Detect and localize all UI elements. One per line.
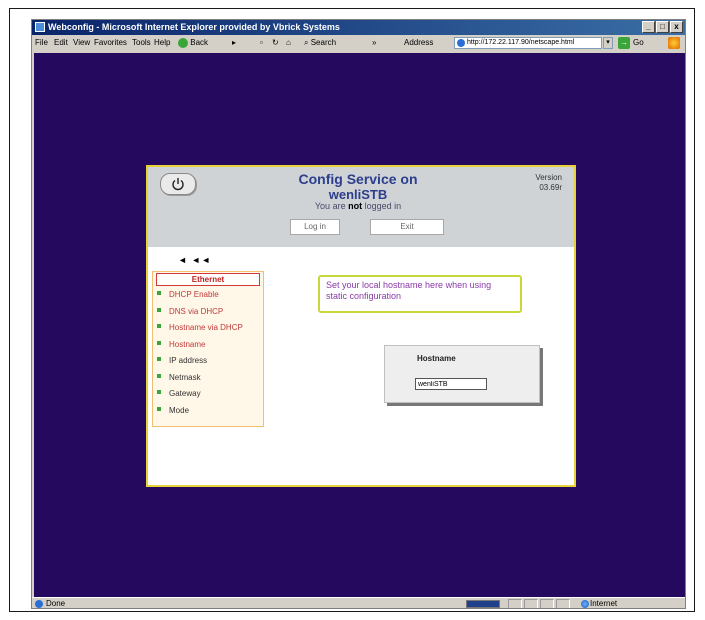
nav-item-label: Netmask	[169, 372, 201, 382]
power-button[interactable]	[160, 173, 196, 195]
nav-item-gateway[interactable]: Gateway	[153, 387, 263, 404]
bullet-icon	[157, 291, 161, 295]
hostname-card: Hostname	[384, 345, 540, 403]
ethernet-section-title[interactable]: Ethernet	[156, 273, 260, 286]
status-cell	[540, 599, 554, 608]
ie-app-icon	[35, 22, 45, 32]
search-icon: ⌕	[304, 38, 309, 47]
windows-logo-icon	[668, 37, 680, 49]
menu-view[interactable]: View	[73, 35, 90, 51]
status-cell	[556, 599, 570, 608]
nav-item-label: DNS via DHCP	[169, 306, 224, 316]
bullet-icon	[157, 340, 161, 345]
status-cell	[524, 599, 538, 608]
progress-bar	[466, 600, 500, 608]
menu-tools[interactable]: Tools	[132, 35, 151, 51]
back-label: Back	[190, 38, 209, 47]
page-icon	[457, 39, 465, 47]
bullet-icon	[157, 390, 161, 394]
nav-item-label: Hostname	[169, 339, 206, 349]
toolbar-overflow-icon[interactable]: »	[372, 35, 376, 51]
nav-item-hostname[interactable]: Hostname	[153, 338, 263, 355]
login-status-bold: not	[348, 201, 363, 211]
status-bar: Done Internet	[32, 597, 685, 608]
version-label: Version	[535, 173, 562, 182]
config-header: Config Service on wenliSTB You are not l…	[148, 167, 574, 247]
address-label: Address	[404, 38, 434, 47]
status-cell	[508, 599, 522, 608]
search-label: Search	[310, 38, 337, 47]
status-cells	[508, 599, 570, 608]
nav-item-dhcp-enable[interactable]: DHCP Enable	[153, 288, 263, 305]
nav-item-ip-address[interactable]: IP address	[153, 354, 263, 371]
maximize-button[interactable]: □	[656, 21, 669, 33]
page-viewport: Config Service on wenliSTB You are not l…	[34, 53, 685, 597]
config-hostname: wenliSTB	[328, 187, 388, 202]
window-controls: _ □ x	[642, 21, 683, 33]
address-value: http://172.22.117.90/netscape.html	[467, 39, 575, 46]
go-button[interactable]: Go	[633, 35, 644, 51]
security-zone: Internet	[590, 599, 618, 608]
nav-item-mode[interactable]: Mode	[153, 404, 263, 421]
search-button[interactable]: ⌕ Search	[304, 35, 336, 51]
version-info: Version 03.69r	[508, 173, 562, 193]
back-arrows-icon[interactable]: ◄ ◄◄	[178, 255, 211, 265]
go-arrow-icon[interactable]: →	[618, 37, 630, 49]
config-title: Config Service on	[298, 171, 418, 187]
menu-file[interactable]: File	[35, 35, 48, 51]
nav-item-label: DHCP Enable	[169, 290, 219, 299]
power-icon	[172, 178, 184, 191]
minimize-button[interactable]: _	[642, 21, 655, 33]
config-panel: Config Service on wenliSTB You are not l…	[146, 165, 576, 487]
nav-item-label: Gateway	[169, 389, 201, 398]
bullet-icon	[157, 324, 161, 328]
nav-item-label: Hostname via DHCP	[169, 323, 243, 332]
menu-edit[interactable]: Edit	[54, 35, 68, 51]
hostname-label: Hostname	[417, 354, 456, 363]
login-status-prefix: You are	[314, 201, 349, 211]
version-value: 03.69r	[539, 183, 562, 192]
menu-and-toolbar: File Edit View Favorites Tools Help Back…	[32, 35, 685, 51]
page-done-icon	[35, 600, 43, 608]
nav-item-label: Mode	[169, 405, 190, 415]
nav-item-netmask[interactable]: Netmask	[153, 371, 263, 388]
help-tooltip: Set your local hostname here when using …	[318, 275, 522, 313]
bullet-icon	[157, 357, 161, 361]
close-button[interactable]: x	[670, 21, 683, 33]
stop-icon[interactable]: ▫	[260, 35, 263, 51]
bullet-icon	[157, 406, 161, 411]
forward-icon[interactable]: ▸	[232, 35, 236, 51]
menu-help[interactable]: Help	[154, 35, 170, 51]
back-arrow-icon	[178, 37, 188, 48]
address-dropdown-icon[interactable]: ▾	[603, 37, 613, 49]
nav-item-dns-via-dhcp[interactable]: DNS via DHCP	[153, 305, 263, 322]
bullet-icon	[157, 373, 161, 378]
window-title: Webconfig - Microsoft Internet Explorer …	[48, 22, 340, 32]
hostname-input[interactable]	[415, 378, 487, 390]
nav-item-hostname-via-dhcp[interactable]: Hostname via DHCP	[153, 321, 263, 338]
bullet-icon	[157, 307, 161, 312]
login-status: You are not logged in	[248, 201, 468, 211]
exit-button[interactable]: Exit	[370, 219, 444, 235]
address-input[interactable]: http://172.22.117.90/netscape.html	[454, 37, 602, 49]
menu-favorites[interactable]: Favorites	[94, 35, 127, 51]
browser-window: Webconfig - Microsoft Internet Explorer …	[31, 19, 686, 609]
login-button[interactable]: Log in	[290, 219, 340, 235]
nav-item-label: IP address	[169, 356, 208, 365]
home-icon[interactable]: ⌂	[286, 35, 291, 51]
login-status-suffix: logged in	[362, 201, 402, 211]
internet-zone-icon	[581, 600, 589, 608]
refresh-icon[interactable]: ↻	[272, 35, 279, 51]
ethernet-menu: Ethernet DHCP Enable DNS via DHCP Hostna…	[152, 271, 264, 427]
status-text: Done	[46, 599, 66, 608]
back-button[interactable]: Back	[178, 35, 208, 51]
title-bar: Webconfig - Microsoft Internet Explorer …	[32, 20, 685, 35]
